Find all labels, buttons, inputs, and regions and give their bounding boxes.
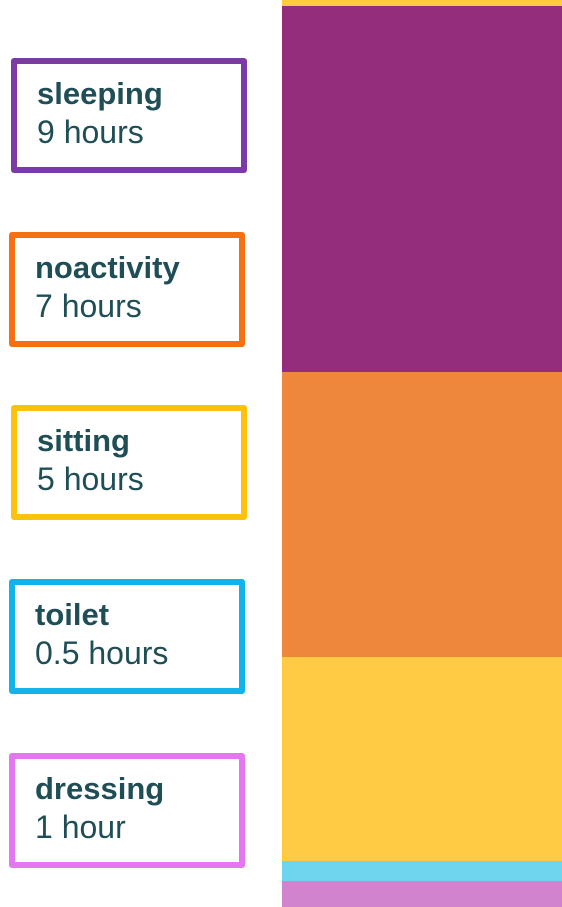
- legend-duration: 7 hours: [35, 288, 142, 324]
- legend-duration: 0.5 hours: [35, 635, 169, 671]
- bar-segment-sleeping: [282, 6, 562, 372]
- bar-segment-dressing: [282, 881, 562, 907]
- legend-duration: 9 hours: [37, 114, 144, 150]
- legend-item-dressing: dressing 1 hour: [9, 753, 245, 868]
- legend-label: sitting: [37, 423, 130, 458]
- legend-label: sleeping: [37, 76, 163, 111]
- legend-duration: 1 hour: [35, 809, 126, 845]
- legend-label: toilet: [35, 597, 110, 632]
- legend-item-toilet: toilet 0.5 hours: [9, 579, 245, 694]
- legend-item-sleeping: sleeping 9 hours: [11, 58, 247, 173]
- legend-item-noactivity: noactivity 7 hours: [9, 232, 245, 347]
- legend-label: noactivity: [35, 250, 180, 285]
- bar-segment-top-strip: [282, 0, 562, 6]
- legend-label: dressing: [35, 771, 165, 806]
- bar-segment-noactivity: [282, 372, 562, 657]
- legend-duration: 5 hours: [37, 461, 144, 497]
- bar-segment-sitting: [282, 657, 562, 861]
- stacked-bar-chart: [282, 0, 562, 907]
- legend-item-sitting: sitting 5 hours: [11, 405, 247, 520]
- bar-segment-toilet: [282, 861, 562, 881]
